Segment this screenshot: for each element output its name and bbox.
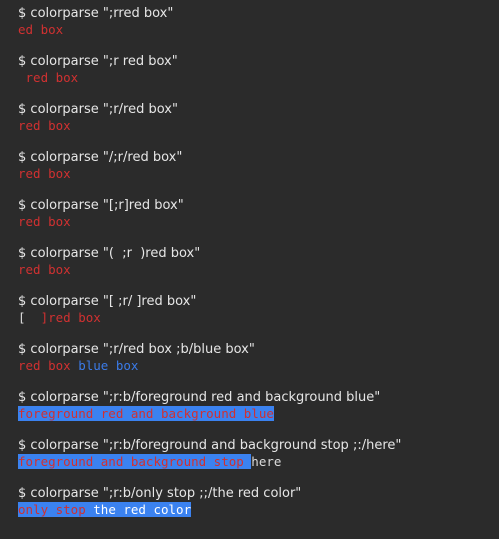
command-args: ";r/red box ;b/blue box" bbox=[102, 342, 255, 357]
prompt-symbol: $ bbox=[18, 102, 27, 117]
terminal-window[interactable]: $ colorparse ";rred box" ed box $ colorpar… bbox=[0, 0, 499, 539]
command-output: red box bbox=[18, 262, 499, 278]
output-segment: foreground red and background blue bbox=[18, 406, 274, 421]
command-line: $ colorparse ";r/red box ;b/blue box" bbox=[18, 342, 499, 358]
terminal-entry: $ colorparse "( ;r )red box" red box bbox=[18, 246, 499, 294]
output-segment: blue box bbox=[78, 358, 139, 373]
command-output: red box bbox=[18, 70, 499, 86]
command-args: ";r:b/foreground and background stop ;:/… bbox=[102, 438, 402, 453]
command-args: "( ;r )red box" bbox=[102, 246, 201, 261]
command-args: ";r red box" bbox=[102, 54, 178, 69]
prompt-symbol: $ bbox=[18, 390, 27, 405]
terminal-entry: $ colorparse ";r:b/only stop ;;/the red … bbox=[18, 486, 499, 518]
command-args: "[;r]red box" bbox=[102, 198, 184, 213]
output-segment: red box bbox=[18, 262, 71, 277]
terminal-entry: $ colorparse ";rred box" ed box bbox=[18, 6, 499, 54]
terminal-entry: $ colorparse ";r/red box ;b/blue box" red… bbox=[18, 342, 499, 390]
command-args: ";rred box" bbox=[102, 6, 174, 21]
command-line: $ colorparse "/;r/red box" bbox=[18, 150, 499, 166]
output-segment: [ bbox=[18, 310, 41, 325]
terminal-entry: $ colorparse ";r:b/foreground and backgr… bbox=[18, 438, 499, 486]
program-name: colorparse bbox=[30, 294, 99, 309]
output-segment: the red color bbox=[93, 502, 192, 517]
program-name: colorparse bbox=[30, 390, 99, 405]
command-line: $ colorparse ";r red box" bbox=[18, 54, 499, 70]
command-line: $ colorparse "[;r]red box" bbox=[18, 198, 499, 214]
command-line: $ colorparse ";r:b/foreground and backgr… bbox=[18, 438, 499, 454]
command-line: $ colorparse "[ ;r/ ]red box" bbox=[18, 294, 499, 310]
command-output: red box bbox=[18, 214, 499, 230]
output-segment: ]red box bbox=[40, 310, 101, 325]
prompt-symbol: $ bbox=[18, 294, 27, 309]
prompt-symbol: $ bbox=[18, 342, 27, 357]
program-name: colorparse bbox=[30, 54, 99, 69]
program-name: colorparse bbox=[30, 246, 99, 261]
output-segment: red box bbox=[18, 214, 71, 229]
command-output: ed box bbox=[18, 22, 499, 38]
program-name: colorparse bbox=[30, 102, 99, 117]
command-line: $ colorparse ";rred box" bbox=[18, 6, 499, 22]
output-segment: only stop bbox=[18, 502, 94, 517]
prompt-symbol: $ bbox=[18, 54, 27, 69]
command-args: "[ ;r/ ]red box" bbox=[102, 294, 197, 309]
command-line: $ colorparse ";r/red box" bbox=[18, 102, 499, 118]
output-segment: foreground and background stop bbox=[18, 454, 252, 469]
program-name: colorparse bbox=[30, 438, 99, 453]
command-output: foreground red and background blue bbox=[18, 406, 499, 422]
prompt-symbol: $ bbox=[18, 246, 27, 261]
command-output: red box bbox=[18, 166, 499, 182]
output-segment: red box bbox=[18, 70, 79, 85]
command-line: $ colorparse ";r:b/only stop ;;/the red … bbox=[18, 486, 499, 502]
program-name: colorparse bbox=[30, 342, 99, 357]
terminal-entry: $ colorparse "[;r]red box" red box bbox=[18, 198, 499, 246]
command-args: "/;r/red box" bbox=[102, 150, 183, 165]
output-segment: red box bbox=[18, 118, 71, 133]
prompt-symbol: $ bbox=[18, 198, 27, 213]
program-name: colorparse bbox=[30, 6, 99, 21]
command-args: ";r/red box" bbox=[102, 102, 178, 117]
program-name: colorparse bbox=[30, 486, 99, 501]
command-args: ";r:b/foreground red and background blue… bbox=[102, 390, 381, 405]
program-name: colorparse bbox=[30, 150, 99, 165]
prompt-symbol: $ bbox=[18, 438, 27, 453]
terminal-entry: $ colorparse ";r/red box" red box bbox=[18, 102, 499, 150]
command-output: red box blue box bbox=[18, 358, 499, 374]
output-segment: red box bbox=[18, 166, 71, 181]
output-segment: ed box bbox=[18, 22, 64, 37]
prompt-symbol: $ bbox=[18, 6, 27, 21]
command-output: [ ]red box bbox=[18, 310, 499, 326]
command-line: $ colorparse "( ;r )red box" bbox=[18, 246, 499, 262]
program-name: colorparse bbox=[30, 198, 99, 213]
terminal-entry: $ colorparse "/;r/red box" red box bbox=[18, 150, 499, 198]
prompt-symbol: $ bbox=[18, 150, 27, 165]
command-output: only stop the red color bbox=[18, 502, 499, 518]
command-output: foreground and background stop here bbox=[18, 454, 499, 470]
terminal-entry: $ colorparse ";r red box" red box bbox=[18, 54, 499, 102]
terminal-entry: $ colorparse "[ ;r/ ]red box"[ ]red box bbox=[18, 294, 499, 342]
terminal-entry: $ colorparse ";r:b/foreground red and ba… bbox=[18, 390, 499, 438]
output-segment: red box bbox=[18, 358, 79, 373]
output-segment: here bbox=[251, 454, 282, 469]
command-line: $ colorparse ";r:b/foreground red and ba… bbox=[18, 390, 499, 406]
prompt-symbol: $ bbox=[18, 486, 27, 501]
command-args: ";r:b/only stop ;;/the red color" bbox=[102, 486, 302, 501]
command-output: red box bbox=[18, 118, 499, 134]
